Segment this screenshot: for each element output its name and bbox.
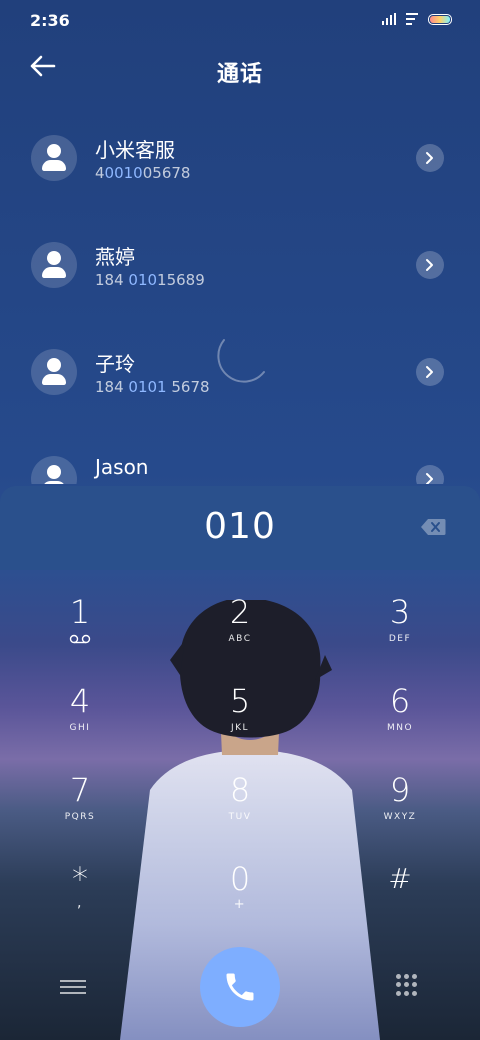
status-icons (382, 13, 452, 25)
menu-button[interactable] (58, 976, 88, 1000)
key-1[interactable]: 1 (0, 570, 160, 659)
dial-number-display[interactable]: 010 (0, 506, 480, 547)
contact-detail-button[interactable] (416, 144, 444, 172)
dialpad-toggle-button[interactable] (396, 974, 418, 996)
key-letters: MNO (386, 723, 414, 733)
loading-spinner-icon (217, 339, 265, 383)
page-title: 通话 (216, 62, 263, 87)
contact-detail-button[interactable] (416, 465, 444, 484)
status-time: 2:36 (30, 11, 70, 30)
key-digit: # (388, 862, 412, 895)
contact-list: 小米客服 4001005678 燕婷 184 01015689 子玲 184 0… (0, 118, 480, 484)
key-6[interactable]: 6 MNO (320, 659, 480, 748)
key-digit: 0 (229, 860, 251, 898)
key-digit: 1 (69, 593, 91, 631)
key-0[interactable]: 0 + (160, 837, 320, 926)
contact-name: 燕婷 (95, 245, 135, 269)
bottom-bar (0, 940, 480, 1040)
avatar (31, 242, 77, 288)
contact-phone: 184 01015689 (95, 271, 205, 289)
contact-detail-button[interactable] (416, 251, 444, 279)
contact-name: 子玲 (95, 352, 135, 376)
chevron-right-icon (426, 473, 433, 484)
key-digit: * (72, 860, 88, 898)
keypad: 1 2 ABC 3 DEF 4 GHI 5 JKL 6 MNO 7 PQRS 8… (0, 570, 480, 930)
contact-name: Jason (95, 455, 149, 479)
key-9[interactable]: 9 WXYZ (320, 748, 480, 837)
header: 通话 (0, 50, 480, 90)
key-digit: 7 (69, 771, 91, 809)
contact-name: 小米客服 (95, 138, 175, 162)
key-digit: 9 (389, 771, 411, 809)
key-hash[interactable]: # (320, 837, 480, 926)
voicemail-icon (69, 634, 91, 644)
key-2[interactable]: 2 ABC (160, 570, 320, 659)
contact-item[interactable]: 燕婷 184 01015689 (0, 225, 480, 332)
key-8[interactable]: 8 TUV (160, 748, 320, 837)
key-digit: 4 (69, 682, 91, 720)
key-letters: + (233, 897, 247, 912)
key-digit: 5 (229, 682, 251, 720)
key-letters: DEF (388, 634, 412, 644)
key-7[interactable]: 7 PQRS (0, 748, 160, 837)
key-letters: TUV (228, 812, 252, 822)
key-star[interactable]: * , (0, 837, 160, 926)
backspace-button[interactable] (420, 518, 446, 536)
dialpad-icon (396, 974, 401, 979)
key-digit: 6 (389, 682, 411, 720)
backspace-icon (421, 519, 446, 535)
key-digit: 3 (389, 593, 411, 631)
battery-icon (428, 13, 452, 25)
contact-item[interactable]: Jason (0, 439, 480, 484)
key-letters: JKL (230, 723, 250, 733)
avatar (31, 135, 77, 181)
status-bar: 2:36 (0, 0, 480, 40)
key-letters: ABC (228, 634, 252, 644)
signal-icon (382, 13, 396, 25)
key-digit: 8 (229, 771, 251, 809)
menu-icon (60, 980, 86, 982)
avatar (31, 349, 77, 395)
contact-phone: 4001005678 (95, 164, 191, 182)
chevron-right-icon (426, 259, 433, 271)
key-digit: 2 (229, 593, 251, 631)
key-letters: PQRS (64, 812, 96, 822)
data-icon (406, 13, 418, 25)
contact-detail-button[interactable] (416, 358, 444, 386)
key-3[interactable]: 3 DEF (320, 570, 480, 659)
chevron-right-icon (426, 152, 433, 164)
chevron-right-icon (426, 366, 433, 378)
phone-icon (226, 973, 254, 1001)
key-5[interactable]: 5 JKL (160, 659, 320, 748)
call-button[interactable] (200, 947, 280, 1027)
contact-phone: 184 0101 5678 (95, 378, 210, 396)
dial-display-panel: 010 (0, 486, 480, 570)
key-letters: , (77, 895, 83, 911)
avatar (31, 456, 77, 484)
key-letters: WXYZ (383, 812, 417, 822)
contact-item[interactable]: 小米客服 4001005678 (0, 118, 480, 225)
key-letters: GHI (69, 723, 91, 733)
key-4[interactable]: 4 GHI (0, 659, 160, 748)
